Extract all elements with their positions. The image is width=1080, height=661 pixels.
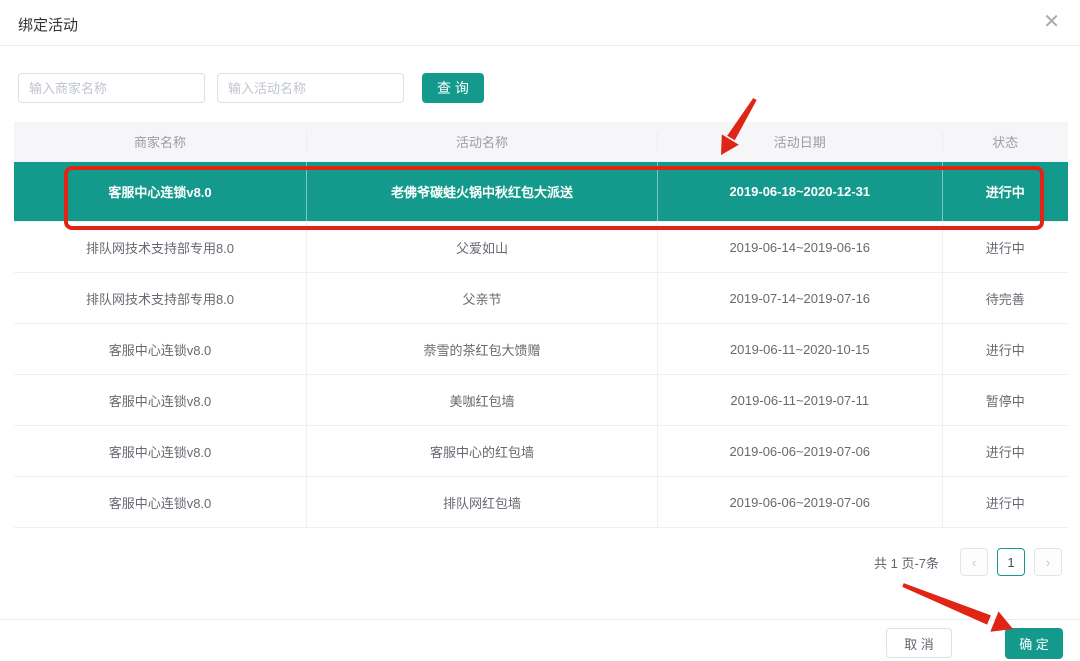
table-row[interactable]: 客服中心连锁v8.0 排队网红包墙 2019-06-06~2019-07-06 … xyxy=(14,477,1068,528)
col-header-merchant: 商家名称 xyxy=(14,132,307,151)
cell-status: 进行中 xyxy=(985,342,1025,358)
cell-dates: 2019-06-06~2019-07-06 xyxy=(658,426,943,476)
next-page-button[interactable]: › xyxy=(1034,548,1062,576)
cell-dates: 2019-06-11~2020-10-15 xyxy=(658,324,943,374)
col-header-status: 状态 xyxy=(992,135,1019,150)
col-header-activity: 活动名称 xyxy=(307,132,658,151)
dialog-title: 绑定活动 xyxy=(18,17,79,34)
table-row[interactable]: 排队网技术支持部专用8.0 父爱如山 2019-06-14~2019-06-16… xyxy=(14,222,1068,273)
table-row[interactable]: 客服中心连锁v8.0 老佛爷碳蛙火锅中秋红包大派送 2019-06-18~202… xyxy=(14,162,1068,222)
cell-status: 进行中 xyxy=(985,185,1025,200)
cell-status: 待完善 xyxy=(985,291,1025,307)
cell-activity: 萘雪的茶红包大馈赠 xyxy=(307,324,658,374)
merchant-name-input[interactable] xyxy=(18,73,205,103)
bind-activity-dialog: 绑定活动 ✕ 查 询 商家名称 活动名称 活动日期 状态 客服中心连锁v8.0 … xyxy=(0,0,1080,661)
cell-activity: 父亲节 xyxy=(307,273,658,323)
table-row[interactable]: 客服中心连锁v8.0 美咖红包墙 2019-06-11~2019-07-11 暂… xyxy=(14,375,1068,426)
cell-status: 进行中 xyxy=(985,240,1025,256)
cell-merchant: 客服中心连锁v8.0 xyxy=(14,375,307,425)
cell-merchant: 客服中心连锁v8.0 xyxy=(14,324,307,374)
activity-name-input[interactable] xyxy=(217,73,404,103)
dialog-header: 绑定活动 ✕ xyxy=(0,0,1080,46)
pagination: 共 1 页-7条 ‹ 1 › xyxy=(874,548,1062,576)
cell-dates: 2019-06-06~2019-07-06 xyxy=(658,477,943,527)
page-1-button[interactable]: 1 xyxy=(997,548,1025,576)
table-row[interactable]: 客服中心连锁v8.0 萘雪的茶红包大馈赠 2019-06-11~2020-10-… xyxy=(14,324,1068,375)
prev-page-button[interactable]: ‹ xyxy=(960,548,988,576)
cell-merchant: 客服中心连锁v8.0 xyxy=(14,162,307,221)
cell-dates: 2019-06-11~2019-07-11 xyxy=(658,375,943,425)
dialog-footer: 取 消 确 定 xyxy=(0,619,1080,661)
pagination-summary: 共 1 页-7条 xyxy=(873,555,939,571)
search-button[interactable]: 查 询 xyxy=(422,73,484,103)
confirm-button[interactable]: 确 定 xyxy=(1005,628,1063,659)
cell-dates: 2019-06-14~2019-06-16 xyxy=(658,222,943,272)
cell-merchant: 客服中心连锁v8.0 xyxy=(14,477,307,527)
cell-activity: 父爱如山 xyxy=(307,222,658,272)
cancel-button[interactable]: 取 消 xyxy=(886,628,952,658)
table-row[interactable]: 排队网技术支持部专用8.0 父亲节 2019-07-14~2019-07-16 … xyxy=(14,273,1068,324)
filter-bar: 查 询 xyxy=(18,73,484,103)
table-body: 客服中心连锁v8.0 老佛爷碳蛙火锅中秋红包大派送 2019-06-18~202… xyxy=(14,162,1068,528)
cell-merchant: 客服中心连锁v8.0 xyxy=(14,426,307,476)
cell-merchant: 排队网技术支持部专用8.0 xyxy=(14,222,307,272)
cell-merchant: 排队网技术支持部专用8.0 xyxy=(14,273,307,323)
cell-status: 进行中 xyxy=(985,444,1025,460)
cell-activity: 客服中心的红包墙 xyxy=(307,426,658,476)
cell-dates: 2019-06-18~2020-12-31 xyxy=(658,162,943,221)
table-row[interactable]: 客服中心连锁v8.0 客服中心的红包墙 2019-06-06~2019-07-0… xyxy=(14,426,1068,477)
cell-dates: 2019-07-14~2019-07-16 xyxy=(658,273,943,323)
table-header-row: 商家名称 活动名称 活动日期 状态 xyxy=(14,122,1068,162)
col-header-dates: 活动日期 xyxy=(658,132,943,151)
activity-table: 商家名称 活动名称 活动日期 状态 客服中心连锁v8.0 老佛爷碳蛙火锅中秋红包… xyxy=(14,122,1068,528)
cell-activity: 排队网红包墙 xyxy=(307,477,658,527)
close-icon[interactable]: ✕ xyxy=(1043,12,1060,32)
cell-activity: 美咖红包墙 xyxy=(307,375,658,425)
cell-status: 进行中 xyxy=(985,495,1025,511)
cell-activity: 老佛爷碳蛙火锅中秋红包大派送 xyxy=(307,162,658,221)
cell-status: 暂停中 xyxy=(985,393,1025,409)
